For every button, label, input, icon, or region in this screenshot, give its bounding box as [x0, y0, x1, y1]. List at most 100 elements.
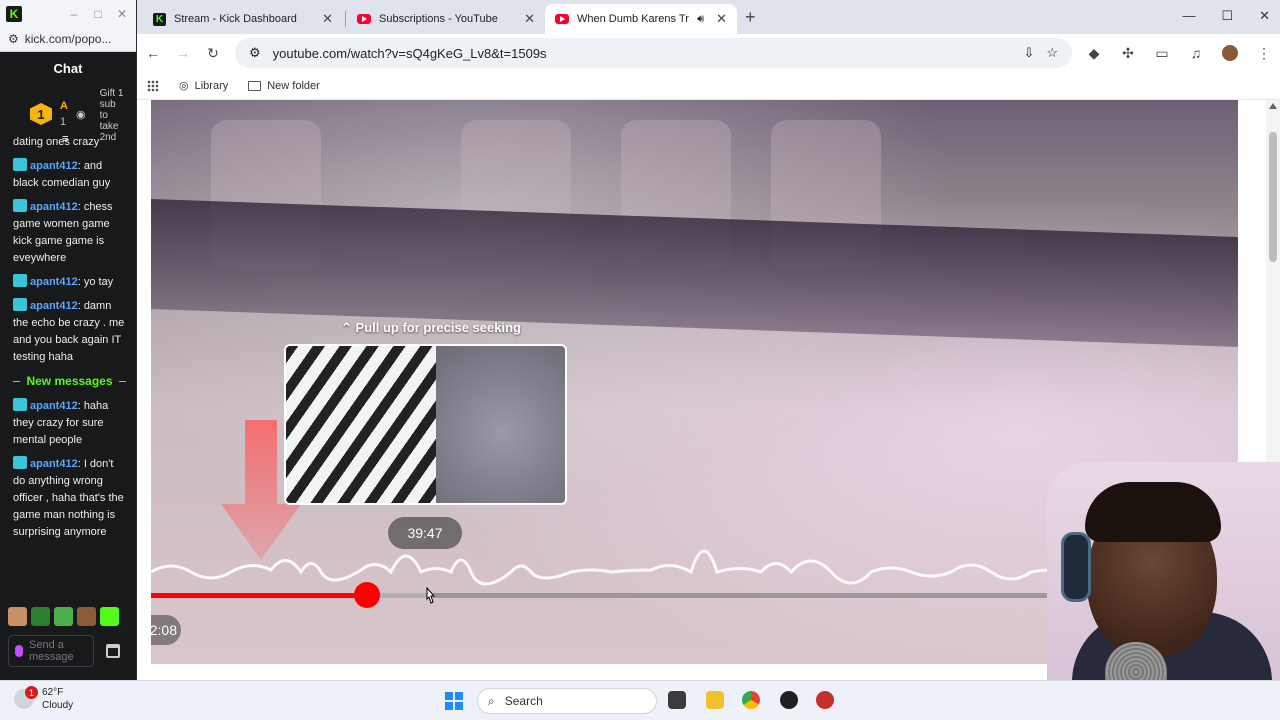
- file-explorer-icon[interactable]: [706, 691, 724, 709]
- gift-cta[interactable]: Gift 1 sub to take 2nd: [100, 88, 124, 140]
- menu-icon[interactable]: ⋮: [1256, 45, 1272, 62]
- new-tab-icon[interactable]: +: [745, 7, 756, 28]
- bookmark-label: New folder: [267, 79, 320, 92]
- seek-preview-thumbnail: [284, 344, 567, 505]
- chat-username[interactable]: apant412: [30, 300, 78, 312]
- app-icon[interactable]: [816, 691, 834, 709]
- minimize-icon[interactable]: —: [1182, 8, 1195, 24]
- extensions-puzzle-icon[interactable]: ✣: [1120, 45, 1136, 62]
- gift-icon: ◉: [75, 108, 86, 121]
- bookmark-star-icon[interactable]: ☆: [1046, 45, 1058, 61]
- weather-widget[interactable]: 1 62°F Cloudy: [14, 686, 73, 712]
- tab-close-icon[interactable]: ✕: [524, 11, 535, 27]
- speaker-icon[interactable]: 🔊︎: [697, 13, 704, 26]
- emote-man-icon[interactable]: [77, 607, 96, 626]
- maximize-icon[interactable]: ☐: [1221, 8, 1233, 24]
- chat-message-input[interactable]: Send a message: [8, 635, 94, 667]
- chat-message: apant412: chess game women game kick gam…: [13, 199, 126, 267]
- scroll-thumb[interactable]: [1269, 132, 1277, 262]
- taskbar-search[interactable]: ⌕ Search: [477, 688, 657, 714]
- emote-face-icon[interactable]: [8, 607, 27, 626]
- emote-kick-icon[interactable]: [100, 607, 119, 626]
- chat-username[interactable]: apant412: [30, 400, 78, 412]
- webcam-hair: [1085, 482, 1221, 542]
- store-icon[interactable]: [106, 644, 120, 658]
- tab-close-icon[interactable]: ✕: [716, 11, 727, 27]
- chat-message: apant412: and black comedian guy: [13, 158, 126, 192]
- close-icon[interactable]: ✕: [1259, 8, 1270, 24]
- gifter-rank-badge: 1: [30, 103, 52, 125]
- chevron-up-icon: ⌃: [341, 320, 352, 335]
- tab-title: Stream - Kick Dashboard: [174, 13, 297, 25]
- cloud-icon: 1: [14, 686, 38, 709]
- seek-hint: ⌃ Pull up for precise seeking: [341, 320, 521, 336]
- kick-titlebar: K – □ ✕: [0, 0, 136, 27]
- kick-badge-icon: [13, 158, 27, 171]
- kick-chat-window: K – □ ✕ ⚙ kick.com/popo... Chat 1 A 1 ◉ …: [0, 0, 137, 680]
- tab-title: Subscriptions - YouTube: [379, 13, 498, 25]
- chat-username[interactable]: apant412: [30, 201, 78, 213]
- scroll-up-icon[interactable]: [1269, 103, 1277, 109]
- tab-active-video[interactable]: When Dumb Karens Try To 🔊︎ ✕: [545, 4, 737, 34]
- site-settings-icon[interactable]: ⚙: [8, 32, 19, 46]
- emote-pepe-icon[interactable]: [31, 607, 50, 626]
- gifter-info: A 1: [60, 98, 68, 130]
- chat-text: : yo tay: [77, 276, 114, 288]
- task-view-icon[interactable]: [668, 691, 686, 709]
- bookmark-library[interactable]: ◎ Library: [179, 79, 229, 93]
- tab-kick-dashboard[interactable]: K Stream - Kick Dashboard ✕: [143, 4, 343, 34]
- forward-icon[interactable]: →: [175, 45, 191, 61]
- extension-icon[interactable]: ◆: [1086, 45, 1102, 62]
- apps-grid-icon[interactable]: [147, 79, 159, 92]
- cast-icon[interactable]: ▭: [1154, 45, 1170, 62]
- address-bar[interactable]: ⚙ youtube.com/watch?v=sQ4gKeG_Lv8&t=1509…: [235, 38, 1072, 68]
- obs-icon[interactable]: [780, 691, 798, 709]
- chat-username[interactable]: apant412: [30, 276, 78, 288]
- profile-avatar[interactable]: [1222, 45, 1238, 61]
- progress-played: [151, 593, 367, 598]
- kick-badge-icon: [13, 274, 27, 287]
- progress-scrubber[interactable]: [353, 582, 380, 608]
- minimize-icon[interactable]: –: [66, 7, 82, 21]
- chrome-icon[interactable]: [742, 691, 760, 709]
- folder-icon: [248, 80, 262, 91]
- kick-logo-icon: K: [6, 5, 22, 22]
- chat-message: apant412: haha they crazy for sure menta…: [13, 398, 126, 449]
- chat-message: apant412: I don't do anything wrong offi…: [13, 456, 126, 541]
- seek-hint-text: Pull up for precise seeking: [355, 320, 521, 335]
- kick-url-bar[interactable]: ⚙ kick.com/popo...: [0, 27, 136, 52]
- tab-youtube-subscriptions[interactable]: Subscriptions - YouTube ✕: [347, 4, 545, 34]
- close-icon[interactable]: ✕: [114, 7, 130, 21]
- bookmark-new-folder[interactable]: New folder: [248, 80, 320, 92]
- chat-message: apant412: damn the echo be crazy . me an…: [13, 298, 126, 366]
- tab-strip: K Stream - Kick Dashboard ✕ Subscription…: [137, 0, 1280, 34]
- kick-icon: K: [153, 12, 166, 26]
- mic-icon[interactable]: [15, 645, 23, 657]
- gift-banner[interactable]: 1 A 1 ◉ Gift 1 sub to take 2nd ≡: [0, 84, 136, 145]
- media-controls-icon[interactable]: ♫: [1188, 45, 1204, 61]
- emote-frog-icon[interactable]: [54, 607, 73, 626]
- tab-close-icon[interactable]: ✕: [322, 11, 333, 27]
- chat-username[interactable]: apant412: [30, 160, 78, 172]
- address-url: youtube.com/watch?v=sQ4gKeG_Lv8&t=1509s: [272, 45, 547, 61]
- collapse-icon[interactable]: ≡: [62, 133, 68, 145]
- maximize-icon[interactable]: □: [90, 7, 106, 21]
- install-app-icon[interactable]: ⇩: [1023, 45, 1034, 61]
- webcam-overlay: [1047, 462, 1280, 680]
- windows-start-icon[interactable]: [445, 692, 463, 710]
- site-info-icon[interactable]: ⚙: [249, 45, 261, 61]
- chat-message-list: dating ones crazy apant412: and black co…: [0, 134, 136, 541]
- new-messages-label: New messages: [26, 374, 113, 388]
- search-label: Search: [504, 694, 543, 708]
- kick-url: kick.com/popo...: [24, 32, 112, 46]
- chat-input-placeholder: Send a message: [29, 639, 74, 663]
- new-messages-divider[interactable]: New messages: [13, 373, 126, 390]
- chat-username[interactable]: apant412: [30, 458, 78, 470]
- reload-icon[interactable]: ↻: [205, 45, 221, 62]
- browser-toolbar: ← → ↻ ⚙ youtube.com/watch?v=sQ4gKeG_Lv8&…: [137, 34, 1280, 72]
- chat-text: : I don't do anything wrong officer , ha…: [13, 458, 124, 538]
- weather-condition: Cloudy: [42, 700, 74, 711]
- back-icon[interactable]: ←: [145, 45, 161, 61]
- bookmark-label: Library: [194, 79, 229, 92]
- notification-badge: 1: [25, 686, 38, 699]
